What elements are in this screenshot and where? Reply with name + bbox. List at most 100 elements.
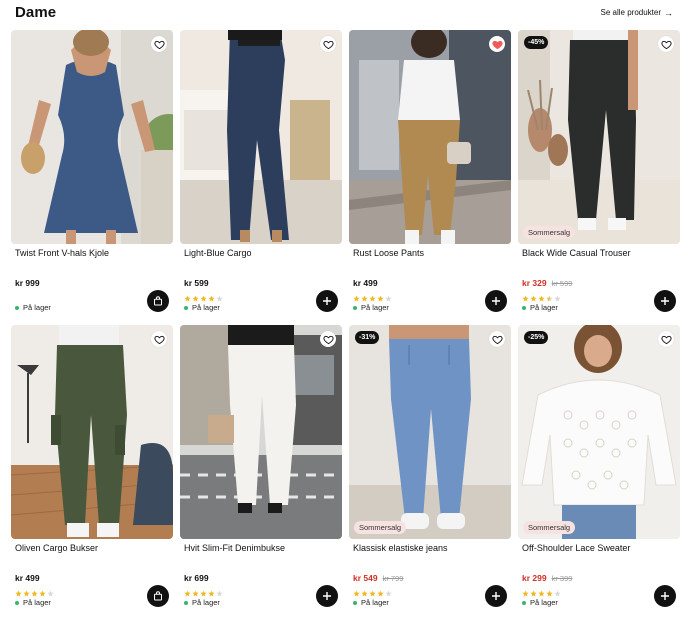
discount-badge: -31%	[355, 331, 380, 344]
stock-status: På lager	[522, 598, 558, 607]
star-icon	[369, 289, 376, 302]
price-row: kr 499	[353, 278, 378, 288]
heart-icon[interactable]	[151, 331, 167, 347]
star-icon	[15, 584, 22, 597]
stock-label: På lager	[23, 598, 51, 607]
stock-label: På lager	[361, 598, 389, 607]
in-stock-dot-icon	[15, 305, 19, 310]
star-icon	[377, 289, 384, 302]
product-card[interactable]: Light-Blue Cargo kr 599 På lager	[180, 30, 342, 316]
sale-tag: Sommersalg	[523, 226, 576, 239]
add-to-cart-button[interactable]	[485, 585, 507, 607]
price-row: kr 599	[184, 278, 209, 288]
plus-icon	[491, 296, 501, 306]
star-icon	[200, 289, 207, 302]
product-name[interactable]: Oliven Cargo Bukser	[15, 543, 98, 553]
product-name[interactable]: Rust Loose Pants	[353, 248, 424, 258]
product-image[interactable]: -45% Sommersalg	[518, 30, 680, 244]
heart-icon[interactable]	[658, 36, 674, 52]
add-to-cart-button[interactable]	[654, 290, 676, 312]
in-stock-dot-icon	[184, 305, 188, 310]
in-stock-dot-icon	[15, 600, 19, 605]
star-icon	[385, 584, 392, 597]
product-name[interactable]: Black Wide Casual Trouser	[522, 248, 631, 258]
stock-status: På lager	[184, 303, 220, 312]
shopping-bag-icon	[153, 591, 163, 601]
star-icon	[546, 289, 553, 302]
price-row: kr 999	[15, 278, 40, 288]
star-icon	[184, 584, 191, 597]
product-card[interactable]: -25% Sommersalg Off-Shoulder Lace Sweater k…	[518, 325, 680, 611]
product-image[interactable]	[180, 325, 342, 539]
star-icon	[369, 584, 376, 597]
product-name[interactable]: Twist Front V-hals Kjole	[15, 248, 109, 258]
product-card[interactable]: Oliven Cargo Bukser kr 499 På lager	[11, 325, 173, 611]
star-icon	[208, 289, 215, 302]
star-icon	[23, 584, 30, 597]
discount-badge: -45%	[524, 36, 549, 49]
heart-icon[interactable]	[151, 36, 167, 52]
stock-status: På lager	[184, 598, 220, 607]
star-icon	[192, 584, 199, 597]
product-image[interactable]	[11, 325, 173, 539]
shop-button[interactable]	[147, 290, 169, 312]
add-to-cart-button[interactable]	[654, 585, 676, 607]
star-icon	[353, 289, 360, 302]
stock-status: På lager	[353, 303, 389, 312]
price-row: kr 299 kr 399	[522, 573, 572, 583]
product-image[interactable]: -31% Sommersalg	[349, 325, 511, 539]
add-to-cart-button[interactable]	[316, 585, 338, 607]
product-image[interactable]	[11, 30, 173, 244]
product-card[interactable]: Rust Loose Pants kr 499 På lager	[349, 30, 511, 316]
star-icon	[216, 289, 223, 302]
add-to-cart-button[interactable]	[485, 290, 507, 312]
stock-label: På lager	[192, 598, 220, 607]
price-row: kr 699	[184, 573, 209, 583]
product-image[interactable]: -25% Sommersalg	[518, 325, 680, 539]
product-name[interactable]: Klassisk elastiske jeans	[353, 543, 448, 553]
current-price: kr 299	[522, 573, 547, 583]
product-name[interactable]: Hvit Slim-Fit Denimbukse	[184, 543, 285, 553]
product-card[interactable]: -31% Sommersalg Klassisk elastiske jeans kr…	[349, 325, 511, 611]
stock-label: På lager	[23, 303, 51, 312]
section-header: Dame Se alle produkter →	[15, 0, 675, 28]
in-stock-dot-icon	[522, 305, 526, 310]
star-icon	[377, 584, 384, 597]
star-icon	[184, 289, 191, 302]
current-price: kr 329	[522, 278, 547, 288]
star-rating	[15, 584, 54, 597]
price-row: kr 329 kr 599	[522, 278, 572, 288]
heart-icon[interactable]	[320, 36, 336, 52]
star-icon	[216, 584, 223, 597]
sale-tag: Sommersalg	[523, 521, 576, 534]
original-price: kr 599	[551, 279, 573, 288]
product-card[interactable]: Twist Front V-hals Kjole kr 999 På lager	[11, 30, 173, 316]
stock-label: På lager	[361, 303, 389, 312]
shop-button[interactable]	[147, 585, 169, 607]
product-card[interactable]: Hvit Slim-Fit Denimbukse kr 699 På lager	[180, 325, 342, 611]
stock-label: På lager	[530, 598, 558, 607]
heart-icon[interactable]	[320, 331, 336, 347]
in-stock-dot-icon	[353, 600, 357, 605]
heart-icon[interactable]	[489, 331, 505, 347]
heart-icon[interactable]	[658, 331, 674, 347]
product-name[interactable]: Off-Shoulder Lace Sweater	[522, 543, 630, 553]
star-rating	[522, 289, 561, 302]
product-image[interactable]	[180, 30, 342, 244]
heart-icon[interactable]	[489, 36, 505, 52]
see-all-products-link[interactable]: Se alle produkter →	[601, 8, 673, 17]
product-image[interactable]	[349, 30, 511, 244]
plus-icon	[491, 591, 501, 601]
current-price: kr 499	[15, 573, 40, 583]
product-card[interactable]: -45% Sommersalg Black Wide Casual Trouser k…	[518, 30, 680, 316]
star-rating	[353, 584, 392, 597]
stock-status: På lager	[353, 598, 389, 607]
sale-tag: Sommersalg	[354, 521, 407, 534]
product-name[interactable]: Light-Blue Cargo	[184, 248, 252, 258]
add-to-cart-button[interactable]	[316, 290, 338, 312]
star-icon	[361, 289, 368, 302]
current-price: kr 599	[184, 278, 209, 288]
star-icon	[546, 584, 553, 597]
star-icon	[538, 584, 545, 597]
star-icon	[192, 289, 199, 302]
